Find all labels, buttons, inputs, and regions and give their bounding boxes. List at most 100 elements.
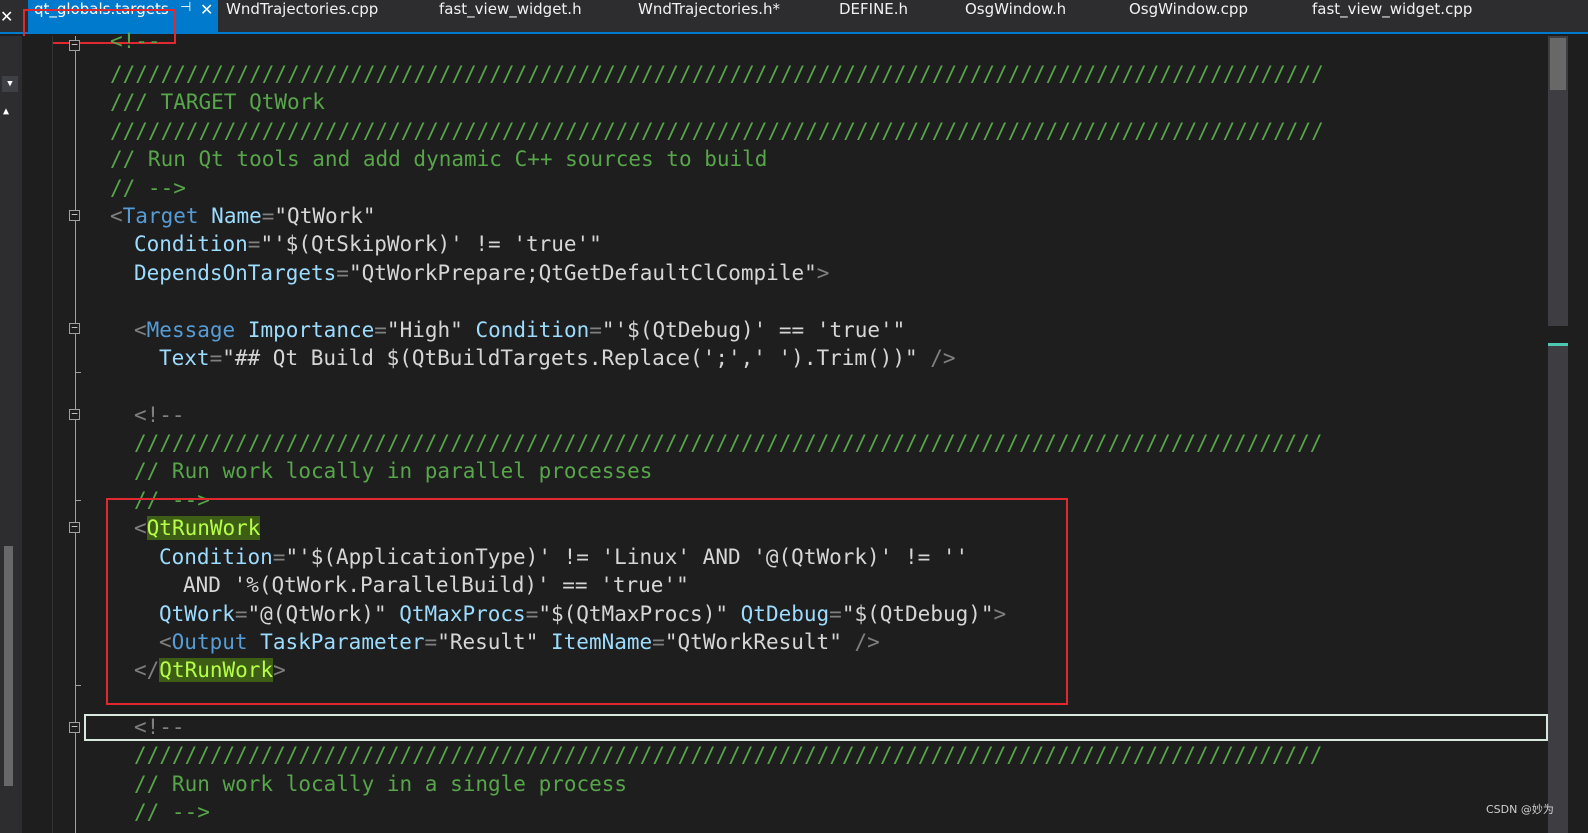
code-line: DependsOnTargets="QtWorkPrepare;QtGetDef… (134, 259, 829, 287)
xml-value: "QtWork" (274, 204, 376, 228)
pin-icon[interactable]: ⊣ (180, 0, 191, 15)
bracket: </ (134, 658, 160, 682)
xml-value: "@(QtWork)" (247, 602, 387, 626)
code-line: // --> (110, 176, 186, 200)
code-line: <!-- (110, 29, 161, 53)
code-line: // --> (134, 488, 210, 512)
bracket: < (159, 630, 172, 654)
document-tab-bar: ✕ qt_globals.targets ⊣ ✕ WndTrajectories… (0, 0, 1588, 34)
scrollbar-thumb[interactable] (1550, 38, 1566, 90)
equals: = (234, 602, 248, 626)
xml-value: "'$(QtDebug)' == 'true'" (601, 318, 906, 342)
code-line: AND '%(QtWork.ParallelBuild)' == 'true'" (183, 571, 689, 599)
code-line: <QtRunWork (134, 514, 261, 542)
tab-label: fast_view_widget.h (439, 0, 582, 18)
code-line: ////////////////////////////////////////… (110, 62, 1324, 86)
tab-wndtrajectories-cpp[interactable]: WndTrajectories.cpp (226, 0, 378, 34)
bracket: > (816, 261, 830, 285)
bracket: > (993, 602, 1007, 626)
collapse-icon[interactable]: − (69, 521, 80, 533)
bracket: < (110, 204, 123, 228)
tab-fast-view-widget-h[interactable]: fast_view_widget.h (439, 0, 582, 34)
equals: = (652, 630, 665, 654)
close-icon[interactable]: ✕ (0, 8, 13, 26)
tab-fast-view-widget-cpp[interactable]: fast_view_widget.cpp (1312, 0, 1472, 34)
equals: = (247, 232, 261, 256)
tab-label: qt_globals.targets (34, 0, 169, 18)
line-gutter (22, 36, 53, 833)
scrollbar-thumb[interactable] (4, 546, 13, 786)
tab-label: fast_view_widget.cpp (1312, 0, 1473, 18)
left-toolstrip: ▼ ▲ (0, 36, 22, 833)
watermark: CSDN @妙为 (1486, 803, 1554, 816)
equals: = (525, 602, 539, 626)
collapse-icon[interactable]: − (69, 209, 80, 221)
arrow-up-icon[interactable]: ▲ (3, 106, 9, 117)
xml-attr: ItemName (551, 630, 653, 654)
collapse-icon[interactable]: − (69, 39, 80, 51)
scrollbar-marker (1548, 326, 1568, 346)
xml-attr: Importance (247, 318, 375, 342)
equals: = (272, 545, 286, 569)
code-line: // --> (134, 800, 210, 824)
xml-value: "'$(QtSkipWork)' != 'true'" (260, 232, 602, 256)
xml-tag: Output (171, 630, 248, 654)
xml-value: "$(QtMaxProcs)" (538, 602, 728, 626)
bracket: > (273, 658, 286, 682)
code-line: <Message Importance="High" Condition="'$… (134, 316, 905, 344)
xml-value: "'$(ApplicationType)' != 'Linux' AND '@(… (285, 545, 969, 569)
code-line: </QtRunWork> (134, 656, 286, 684)
xml-value: "QtWorkPrepare;QtGetDefaultClCompile" (348, 261, 817, 285)
code-line: ////////////////////////////////////////… (134, 743, 1323, 767)
code-line: // Run Qt tools and add dynamic C++ sour… (110, 147, 768, 171)
outline-tick (75, 500, 81, 501)
code-line: // Run work locally in parallel processe… (134, 459, 653, 483)
xml-tag: Message (146, 318, 236, 342)
bracket: < (134, 516, 147, 540)
xml-value: AND '%(QtWork.ParallelBuild)' == 'true'" (183, 573, 689, 597)
close-icon[interactable]: ✕ (200, 0, 213, 19)
xml-attr: TaskParameter (260, 630, 425, 654)
code-line: ////////////////////////////////////////… (110, 119, 1324, 143)
xml-value: "QtWorkResult" (664, 630, 842, 654)
outline-tick (75, 372, 81, 373)
right-margin (1568, 36, 1588, 833)
xml-attr: Name (211, 204, 262, 228)
xml-attr: Text (159, 346, 210, 370)
code-line: <!-- (134, 715, 185, 739)
tab-label: WndTrajectories.h* (638, 0, 781, 18)
equals: = (209, 346, 223, 370)
bracket: /> (841, 630, 880, 654)
tab-label: OsgWindow.cpp (1129, 0, 1248, 18)
tab-label: OsgWindow.h (965, 0, 1067, 18)
chevron-down-icon[interactable]: ▼ (2, 76, 18, 92)
collapse-icon[interactable]: − (69, 721, 80, 733)
tab-define-h[interactable]: DEFINE.h (839, 0, 908, 34)
code-line: Condition="'$(ApplicationType)' != 'Linu… (159, 543, 968, 571)
xml-attr: QtMaxProcs (399, 602, 526, 626)
tab-osgwindow-h[interactable]: OsgWindow.h (965, 0, 1066, 34)
code-line: /// TARGET QtWork (110, 90, 325, 114)
outline-tick (75, 685, 81, 686)
tab-osgwindow-cpp[interactable]: OsgWindow.cpp (1129, 0, 1248, 34)
tab-wndtrajectories-h[interactable]: WndTrajectories.h* (638, 0, 780, 34)
equals: = (424, 630, 438, 654)
equals: = (336, 261, 349, 285)
xml-tag-highlighted: QtRunWork (159, 658, 274, 682)
equals: = (589, 318, 602, 342)
equals: = (374, 318, 387, 342)
code-line: <Output TaskParameter="Result" ItemName=… (159, 628, 880, 656)
xml-attr: QtWork (159, 602, 235, 626)
code-line: ////////////////////////////////////////… (134, 431, 1323, 455)
vertical-scrollbar[interactable] (1548, 36, 1568, 833)
equals: = (261, 204, 275, 228)
collapse-icon[interactable]: − (69, 408, 80, 420)
current-line-indicator (84, 714, 1548, 741)
collapse-icon[interactable]: − (69, 322, 80, 334)
code-line: Text="## Qt Build $(QtBuildTargets.Repla… (159, 344, 956, 372)
tab-label: WndTrajectories.cpp (226, 0, 379, 18)
tab-label: DEFINE.h (839, 0, 909, 18)
xml-tag: Target (122, 204, 199, 228)
code-line: // Run work locally in a single process (134, 772, 628, 796)
code-line: <!-- (134, 403, 185, 427)
